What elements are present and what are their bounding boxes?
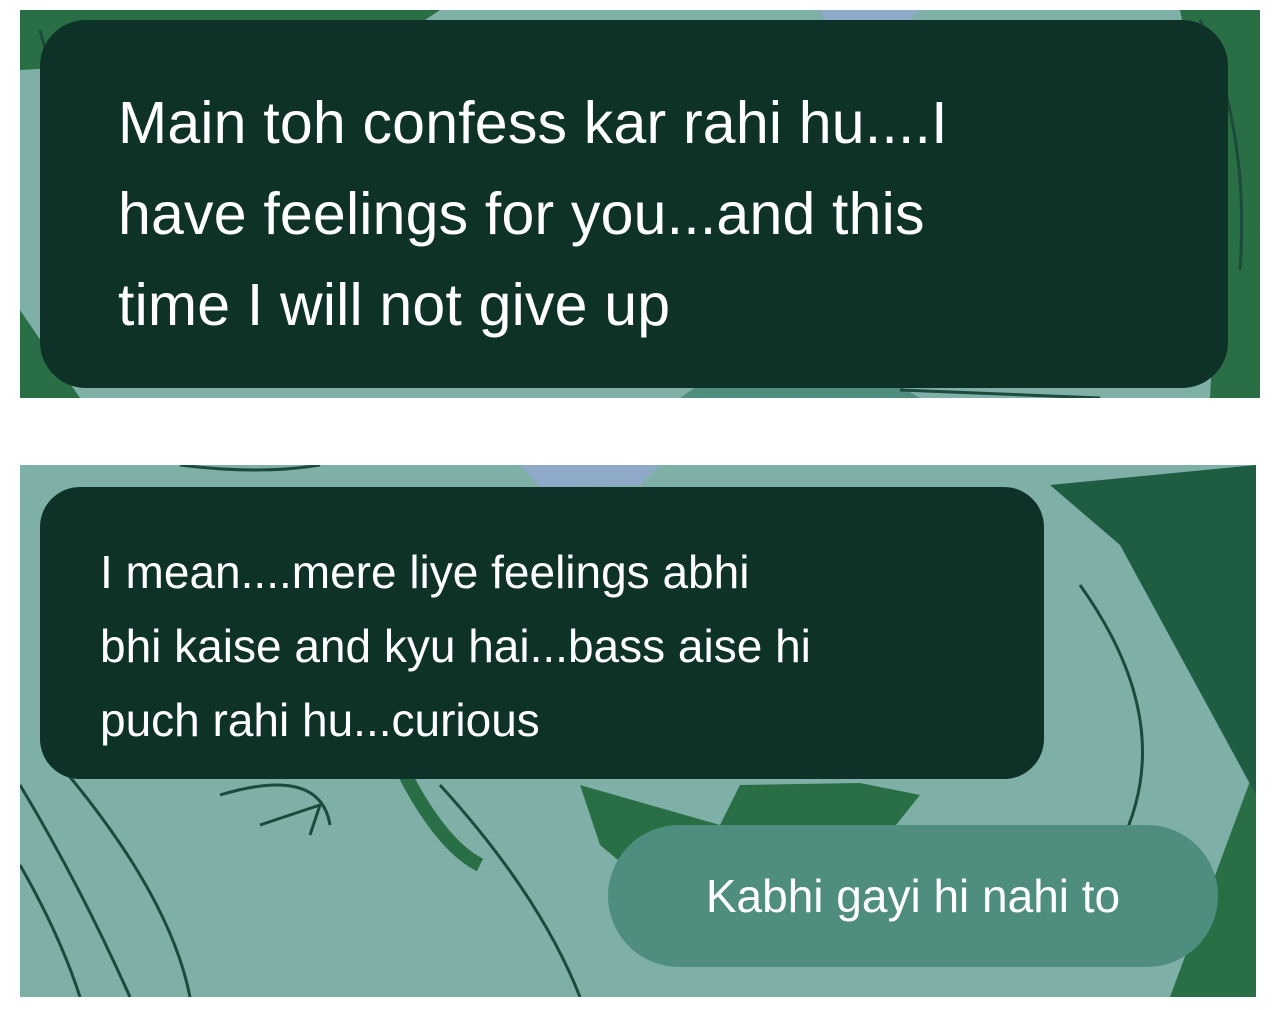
message-bubble-received[interactable]: Main toh confess kar rahi hu....I have f… [40,20,1228,388]
message-bubble-sent[interactable]: Kabhi gayi hi nahi to [608,825,1218,967]
chat-screenshot-bottom: I mean....mere liye feelings abhi bhi ka… [20,465,1256,997]
message-bubble-received[interactable]: I mean....mere liye feelings abhi bhi ka… [40,487,1044,779]
chat-screenshot-top: Main toh confess kar rahi hu....I have f… [20,10,1260,398]
